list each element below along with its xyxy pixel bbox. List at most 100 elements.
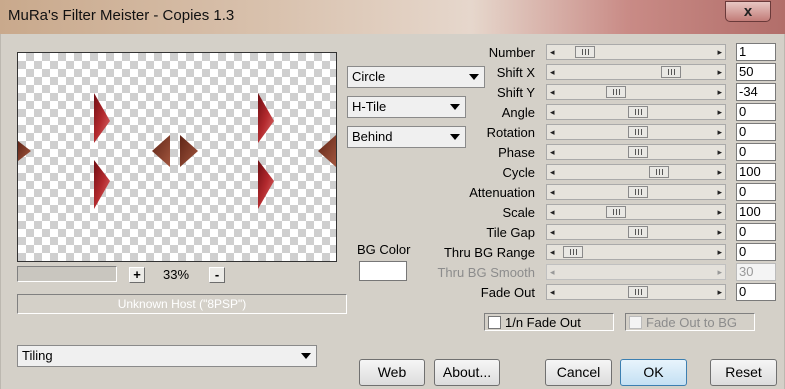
scroll-left-icon[interactable]: ◂ <box>550 226 555 238</box>
param-value-field[interactable]: 0 <box>736 223 776 241</box>
param-slider[interactable]: ◂ ▸ <box>546 144 726 160</box>
param-slider[interactable]: ◂ ▸ <box>546 244 726 260</box>
scroll-left-icon[interactable]: ◂ <box>550 186 555 198</box>
slider-thumb[interactable] <box>628 226 648 238</box>
scroll-left-icon[interactable]: ◂ <box>550 106 555 118</box>
param-slider[interactable]: ◂ ▸ <box>546 264 726 280</box>
param-slider[interactable]: ◂ ▸ <box>546 164 726 180</box>
param-value-field[interactable]: 0 <box>736 283 776 301</box>
fade-out-to-bg-checkbox[interactable]: Fade Out to BG <box>625 313 755 331</box>
slider-thumb[interactable] <box>575 46 595 58</box>
param-slider[interactable]: ◂ ▸ <box>546 284 726 300</box>
mode-dropdown-value: Circle <box>352 69 386 84</box>
param-slider[interactable]: ◂ ▸ <box>546 184 726 200</box>
fade-out-to-bg-label: Fade Out to BG <box>646 314 738 330</box>
reset-button[interactable]: Reset <box>710 359 777 386</box>
web-button[interactable]: Web <box>359 359 425 386</box>
about-button[interactable]: About... <box>434 359 500 386</box>
checkbox-box[interactable] <box>629 315 642 329</box>
preview-shape <box>258 93 274 143</box>
scroll-left-icon[interactable]: ◂ <box>550 266 555 278</box>
param-label: Number <box>488 45 535 60</box>
scroll-left-icon[interactable]: ◂ <box>550 166 555 178</box>
scroll-right-icon[interactable]: ▸ <box>717 186 722 198</box>
scroll-right-icon[interactable]: ▸ <box>717 206 722 218</box>
param-slider[interactable]: ◂ ▸ <box>546 204 726 220</box>
param-slider[interactable]: ◂ ▸ <box>546 84 726 100</box>
scroll-right-icon[interactable]: ▸ <box>717 266 722 278</box>
param-value-field[interactable]: 100 <box>736 163 776 181</box>
scroll-left-icon[interactable]: ◂ <box>550 66 555 78</box>
slider-thumb[interactable] <box>563 246 583 258</box>
scroll-right-icon[interactable]: ▸ <box>717 246 722 258</box>
title-bar: MuRa's Filter Meister - Copies 1.3 x <box>0 0 785 34</box>
scroll-right-icon[interactable]: ▸ <box>717 46 722 58</box>
zoom-track[interactable] <box>17 266 117 282</box>
param-value-field[interactable]: 50 <box>736 63 776 81</box>
scroll-left-icon[interactable]: ◂ <box>550 126 555 138</box>
scroll-left-icon[interactable]: ◂ <box>550 146 555 158</box>
param-label: Scale <box>502 205 535 220</box>
close-button[interactable]: x <box>725 1 771 22</box>
param-slider[interactable]: ◂ ▸ <box>546 64 726 80</box>
slider-thumb[interactable] <box>628 146 648 158</box>
param-label: Tile Gap <box>486 225 535 240</box>
preview-canvas[interactable] <box>17 52 337 262</box>
preset-dropdown[interactable]: Tiling <box>17 345 317 367</box>
param-value-field[interactable]: 1 <box>736 43 776 61</box>
layer-dropdown[interactable]: Behind <box>347 126 466 148</box>
param-slider[interactable]: ◂ ▸ <box>546 124 726 140</box>
slider-thumb[interactable] <box>606 206 626 218</box>
slider-thumb[interactable] <box>628 106 648 118</box>
scroll-left-icon[interactable]: ◂ <box>550 286 555 298</box>
chevron-down-icon <box>469 74 479 80</box>
cancel-button[interactable]: Cancel <box>545 359 612 386</box>
mode-dropdown[interactable]: Circle <box>347 66 485 88</box>
scroll-right-icon[interactable]: ▸ <box>717 66 722 78</box>
zoom-in-button[interactable]: + <box>129 267 145 283</box>
close-icon: x <box>743 3 753 20</box>
scroll-left-icon[interactable]: ◂ <box>550 46 555 58</box>
param-slider[interactable]: ◂ ▸ <box>546 44 726 60</box>
scroll-right-icon[interactable]: ▸ <box>717 106 722 118</box>
param-value-field[interactable]: 0 <box>736 123 776 141</box>
slider-thumb[interactable] <box>649 166 669 178</box>
param-value-field[interactable]: 100 <box>736 203 776 221</box>
param-value-field[interactable]: 30 <box>736 263 776 281</box>
param-slider[interactable]: ◂ ▸ <box>546 104 726 120</box>
scroll-right-icon[interactable]: ▸ <box>717 146 722 158</box>
scroll-right-icon[interactable]: ▸ <box>717 286 722 298</box>
ok-button[interactable]: OK <box>620 359 687 386</box>
slider-thumb[interactable] <box>661 66 681 78</box>
preview-shape <box>318 135 336 167</box>
scroll-right-icon[interactable]: ▸ <box>717 86 722 98</box>
slider-thumb[interactable] <box>628 126 648 138</box>
tile-dropdown[interactable]: H-Tile <box>347 96 466 118</box>
param-value-field[interactable]: 0 <box>736 243 776 261</box>
param-value-field[interactable]: -34 <box>736 83 776 101</box>
param-value-field[interactable]: 0 <box>736 183 776 201</box>
param-label: Phase <box>498 145 535 160</box>
preview-shape <box>18 141 31 161</box>
preset-dropdown-value: Tiling <box>22 348 53 363</box>
param-label: Angle <box>501 105 535 120</box>
fade-out-inverse-checkbox[interactable]: 1/n Fade Out <box>484 313 614 331</box>
scroll-left-icon[interactable]: ◂ <box>550 246 555 258</box>
checkbox-box[interactable] <box>488 315 501 329</box>
slider-thumb[interactable] <box>628 286 648 298</box>
zoom-out-button[interactable]: - <box>209 267 225 283</box>
param-label: Fade Out <box>480 285 535 300</box>
bg-color-swatch[interactable] <box>359 261 407 281</box>
scroll-right-icon[interactable]: ▸ <box>717 126 722 138</box>
slider-thumb[interactable] <box>628 186 648 198</box>
param-value-field[interactable]: 0 <box>736 143 776 161</box>
scroll-right-icon[interactable]: ▸ <box>717 226 722 238</box>
chevron-down-icon <box>450 104 460 110</box>
param-slider[interactable]: ◂ ▸ <box>546 224 726 240</box>
param-value-field[interactable]: 0 <box>736 103 776 121</box>
slider-thumb[interactable] <box>606 86 626 98</box>
preview-shape <box>180 135 198 167</box>
scroll-left-icon[interactable]: ◂ <box>550 206 555 218</box>
scroll-right-icon[interactable]: ▸ <box>717 166 722 178</box>
scroll-left-icon[interactable]: ◂ <box>550 86 555 98</box>
